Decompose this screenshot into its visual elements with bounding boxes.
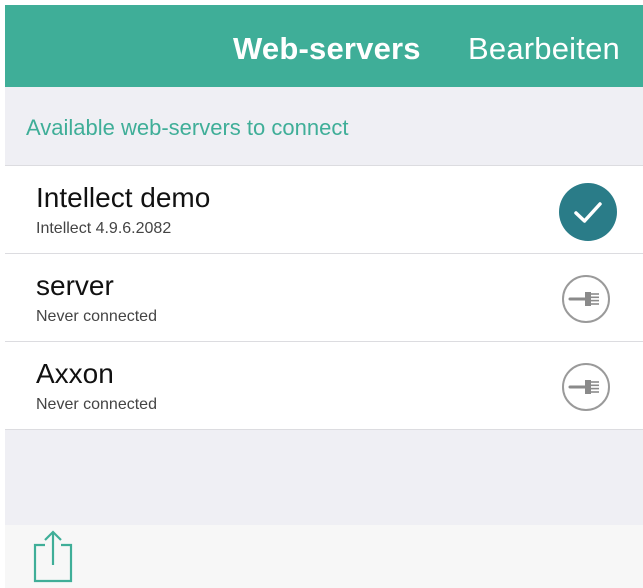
- page-title: Web-servers: [233, 31, 421, 66]
- bottom-toolbar: [5, 525, 643, 588]
- plug-icon[interactable]: [561, 362, 611, 412]
- plug-icon[interactable]: [561, 274, 611, 324]
- section-header-label: Available web-servers to connect: [26, 115, 349, 140]
- checkmark-icon[interactable]: [559, 183, 617, 241]
- server-row-intellect-demo[interactable]: Intellect demo Intellect 4.9.6.2082: [5, 166, 643, 254]
- app-screen: Web-servers Bearbeiten Available web-ser…: [0, 0, 643, 588]
- server-name: Intellect demo: [36, 182, 211, 213]
- server-subtitle: Never connected: [36, 308, 157, 325]
- server-row-axxon[interactable]: Axxon Never connected: [5, 342, 643, 430]
- navigation-bar: Web-servers Bearbeiten: [5, 5, 643, 87]
- share-icon[interactable]: [29, 527, 77, 585]
- edit-button[interactable]: Bearbeiten: [468, 31, 620, 67]
- server-list: Intellect demo Intellect 4.9.6.2082 serv…: [5, 166, 643, 430]
- server-row-server[interactable]: server Never connected: [5, 254, 643, 342]
- server-subtitle: Intellect 4.9.6.2082: [36, 220, 172, 237]
- server-name: Axxon: [36, 358, 114, 389]
- server-subtitle: Never connected: [36, 396, 157, 413]
- server-name: server: [36, 270, 114, 301]
- section-header: Available web-servers to connect: [5, 87, 643, 166]
